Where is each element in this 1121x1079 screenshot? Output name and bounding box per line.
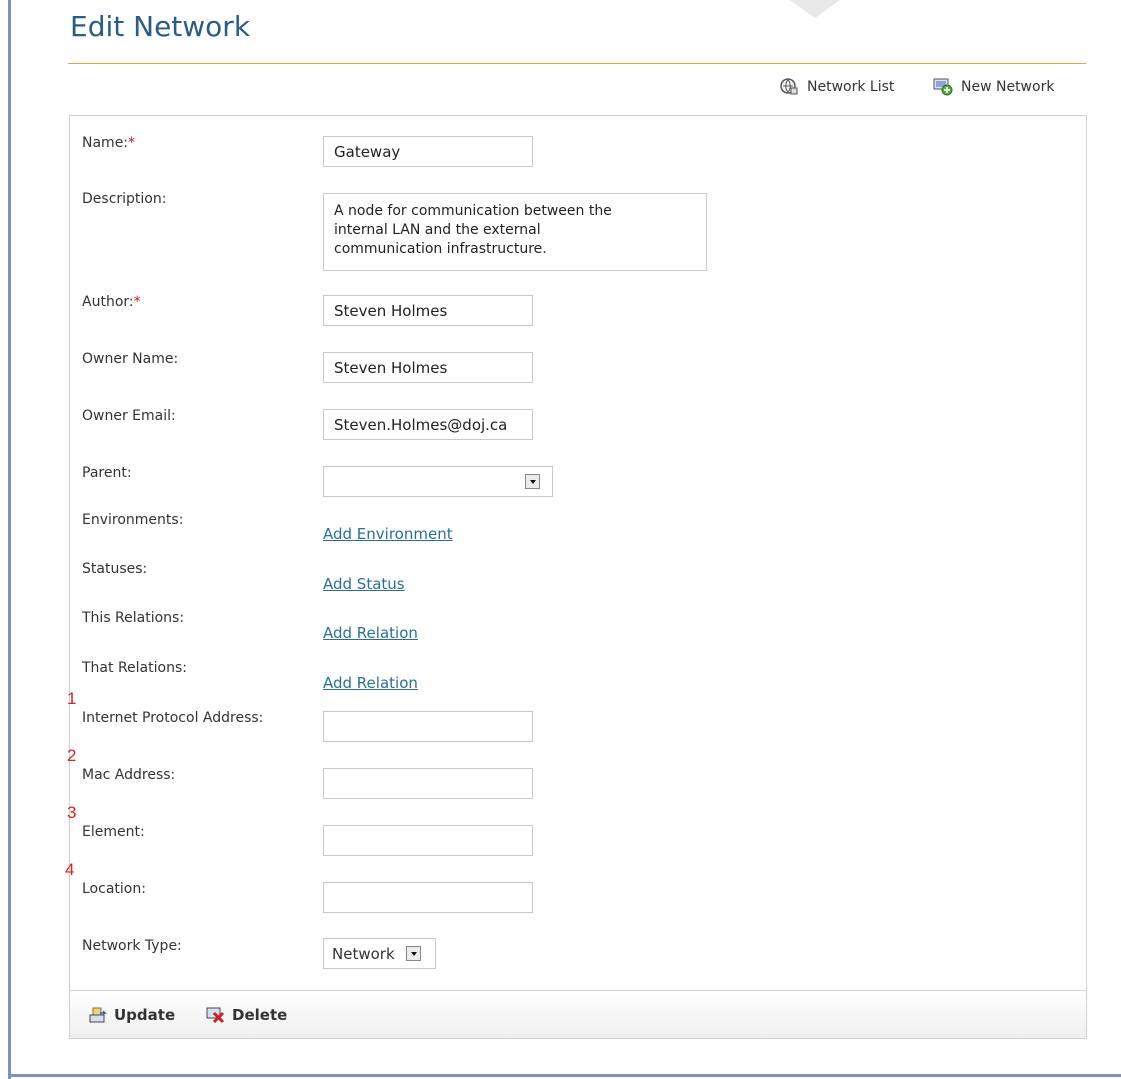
element-label: Element: [82,824,145,840]
new-network-label: New Network [961,79,1055,95]
owner-name-input[interactable]: Steven Holmes [323,352,533,383]
page-title: Edit Network [70,10,251,43]
top-decoration [790,0,840,18]
annotation-marker: 1 [67,689,77,708]
parent-select[interactable] [323,466,553,497]
add-status-link[interactable]: Add Status [323,575,405,593]
parent-label: Parent: [82,465,132,481]
bottom-border [8,1074,1121,1077]
delete-label: Delete [232,1006,288,1024]
dropdown-arrow-icon[interactable] [406,946,421,961]
update-label: Update [114,1006,176,1024]
environments-label: Environments: [82,512,184,528]
required-marker: * [133,294,141,310]
edit-network-form: Name:* Gateway Description: A node for c… [65,115,1087,1039]
mac-address-label: Mac Address: [82,767,176,783]
owner-email-label: Owner Email: [82,408,176,424]
element-input[interactable] [323,825,533,856]
name-input[interactable]: Gateway [323,136,533,167]
form-actions-bar: Update Delete [70,990,1086,1038]
network-list-icon [779,78,799,96]
this-relations-label: This Relations: [82,610,185,626]
network-type-select[interactable]: Network [323,938,436,969]
required-marker: * [128,135,136,151]
ip-address-input[interactable] [323,711,533,742]
network-list-link[interactable]: Network List [779,78,894,96]
delete-icon [206,1006,226,1024]
author-input[interactable]: Steven Holmes [323,295,533,326]
delete-button[interactable]: Delete [206,1006,287,1024]
annotation-marker: 4 [65,860,75,879]
network-type-label: Network Type: [82,938,182,954]
description-textarea[interactable]: A node for communication between the int… [323,193,707,271]
left-border [0,0,11,1079]
mac-address-input[interactable] [323,768,533,799]
owner-name-label: Owner Name: [82,351,179,367]
new-network-link[interactable]: New Network [933,78,1054,96]
author-label: Author:* [82,294,141,310]
add-that-relation-link[interactable]: Add Relation [323,674,418,692]
name-label: Name:* [82,135,136,151]
location-input[interactable] [323,882,533,913]
ip-address-label: Internet Protocol Address: [82,710,264,726]
dropdown-arrow-icon[interactable] [525,474,540,489]
location-label: Location: [82,881,146,897]
statuses-label: Statuses: [82,561,148,577]
that-relations-label: That Relations: [82,660,187,676]
add-this-relation-link[interactable]: Add Relation [323,624,418,642]
description-label: Description: [82,191,167,207]
annotation-marker: 3 [67,803,77,822]
network-list-label: Network List [807,79,895,95]
title-divider [68,63,1086,64]
network-type-value: Network [332,944,395,963]
new-network-icon [933,78,953,96]
owner-email-input[interactable]: Steven.Holmes@doj.ca [323,409,533,440]
annotation-marker: 2 [67,746,77,765]
update-icon [88,1006,108,1024]
update-button[interactable]: Update [88,1006,175,1024]
add-environment-link[interactable]: Add Environment [323,525,453,543]
